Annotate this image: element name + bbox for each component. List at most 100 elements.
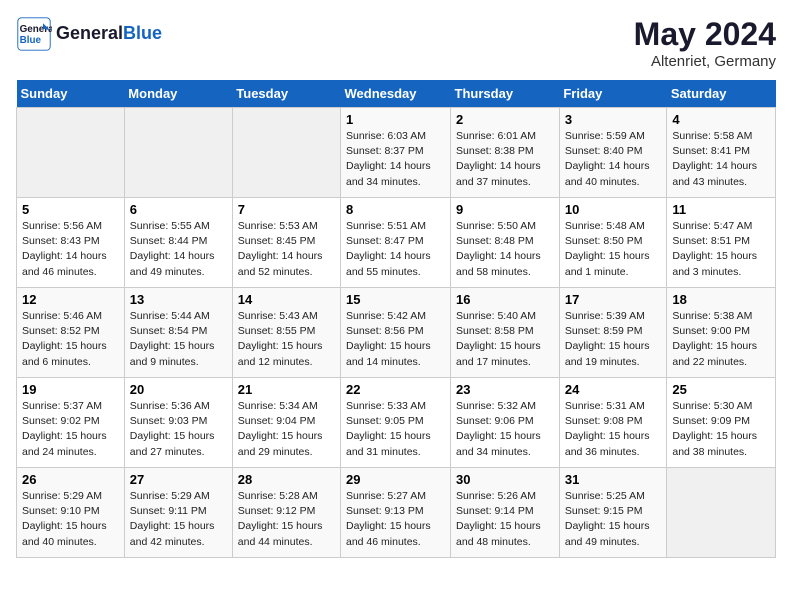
day-header-monday: Monday <box>124 80 232 108</box>
calendar-cell: 23 Sunrise: 5:32 AM Sunset: 9:06 PM Dayli… <box>451 378 560 468</box>
calendar-cell: 22 Sunrise: 5:33 AM Sunset: 9:05 PM Dayli… <box>341 378 451 468</box>
day-number: 15 <box>346 292 445 307</box>
calendar-cell: 30 Sunrise: 5:26 AM Sunset: 9:14 PM Dayli… <box>451 468 560 558</box>
day-number: 18 <box>672 292 770 307</box>
day-info: Sunrise: 5:29 AM Sunset: 9:10 PM Dayligh… <box>22 489 119 550</box>
day-info: Sunrise: 5:26 AM Sunset: 9:14 PM Dayligh… <box>456 489 554 550</box>
day-number: 3 <box>565 112 662 127</box>
day-info: Sunrise: 6:03 AM Sunset: 8:37 PM Dayligh… <box>346 129 445 190</box>
day-info: Sunrise: 5:44 AM Sunset: 8:54 PM Dayligh… <box>130 309 227 370</box>
day-info: Sunrise: 5:36 AM Sunset: 9:03 PM Dayligh… <box>130 399 227 460</box>
day-info: Sunrise: 5:27 AM Sunset: 9:13 PM Dayligh… <box>346 489 445 550</box>
header-row: SundayMondayTuesdayWednesdayThursdayFrid… <box>17 80 776 108</box>
calendar-cell: 11Sunrise: 5:47 AM Sunset: 8:51 PM Dayli… <box>667 198 776 288</box>
day-number: 7 <box>238 202 335 217</box>
calendar-cell: 26 Sunrise: 5:29 AM Sunset: 9:10 PM Dayli… <box>17 468 125 558</box>
title-block: May 2024 Altenriet, Germany <box>634 16 776 70</box>
day-info: Sunrise: 5:53 AM Sunset: 8:45 PM Dayligh… <box>238 219 335 280</box>
calendar-cell: 10Sunrise: 5:48 AM Sunset: 8:50 PM Dayli… <box>559 198 667 288</box>
day-number: 10 <box>565 202 662 217</box>
day-info: Sunrise: 5:34 AM Sunset: 9:04 PM Dayligh… <box>238 399 335 460</box>
day-info: Sunrise: 5:58 AM Sunset: 8:41 PM Dayligh… <box>672 129 770 190</box>
calendar-cell: 2 Sunrise: 6:01 AM Sunset: 8:38 PM Daylig… <box>451 108 560 198</box>
day-number: 12 <box>22 292 119 307</box>
calendar-cell: 5Sunrise: 5:56 AM Sunset: 8:43 PM Daylig… <box>17 198 125 288</box>
day-info: Sunrise: 6:01 AM Sunset: 8:38 PM Dayligh… <box>456 129 554 190</box>
day-number: 26 <box>22 472 119 487</box>
day-info: Sunrise: 5:55 AM Sunset: 8:44 PM Dayligh… <box>130 219 227 280</box>
calendar-cell: 29 Sunrise: 5:27 AM Sunset: 9:13 PM Dayli… <box>341 468 451 558</box>
day-number: 19 <box>22 382 119 397</box>
day-number: 4 <box>672 112 770 127</box>
day-number: 14 <box>238 292 335 307</box>
day-header-saturday: Saturday <box>667 80 776 108</box>
day-info: Sunrise: 5:38 AM Sunset: 9:00 PM Dayligh… <box>672 309 770 370</box>
day-number: 6 <box>130 202 227 217</box>
calendar-cell: 27Sunrise: 5:29 AM Sunset: 9:11 PM Dayli… <box>124 468 232 558</box>
calendar-cell: 15Sunrise: 5:42 AM Sunset: 8:56 PM Dayli… <box>341 288 451 378</box>
day-header-thursday: Thursday <box>451 80 560 108</box>
day-info: Sunrise: 5:39 AM Sunset: 8:59 PM Dayligh… <box>565 309 662 370</box>
day-number: 29 <box>346 472 445 487</box>
day-number: 27 <box>130 472 227 487</box>
calendar-cell <box>667 468 776 558</box>
day-info: Sunrise: 5:33 AM Sunset: 9:05 PM Dayligh… <box>346 399 445 460</box>
day-header-wednesday: Wednesday <box>341 80 451 108</box>
day-number: 25 <box>672 382 770 397</box>
calendar-cell: 17 Sunrise: 5:39 AM Sunset: 8:59 PM Dayli… <box>559 288 667 378</box>
day-info: Sunrise: 5:43 AM Sunset: 8:55 PM Dayligh… <box>238 309 335 370</box>
calendar-cell: 18 Sunrise: 5:38 AM Sunset: 9:00 PM Dayli… <box>667 288 776 378</box>
calendar-cell: 9Sunrise: 5:50 AM Sunset: 8:48 PM Daylig… <box>451 198 560 288</box>
day-info: Sunrise: 5:40 AM Sunset: 8:58 PM Dayligh… <box>456 309 554 370</box>
calendar-cell: 4 Sunrise: 5:58 AM Sunset: 8:41 PM Daylig… <box>667 108 776 198</box>
day-number: 11 <box>672 202 770 217</box>
logo-icon: General Blue <box>16 16 52 52</box>
day-number: 8 <box>346 202 445 217</box>
day-number: 1 <box>346 112 445 127</box>
day-number: 30 <box>456 472 554 487</box>
calendar-cell: 7 Sunrise: 5:53 AM Sunset: 8:45 PM Daylig… <box>232 198 340 288</box>
day-number: 16 <box>456 292 554 307</box>
week-row-1: 1 Sunrise: 6:03 AM Sunset: 8:37 PM Daylig… <box>17 108 776 198</box>
day-number: 31 <box>565 472 662 487</box>
day-info: Sunrise: 5:59 AM Sunset: 8:40 PM Dayligh… <box>565 129 662 190</box>
calendar-cell <box>17 108 125 198</box>
day-number: 22 <box>346 382 445 397</box>
day-number: 17 <box>565 292 662 307</box>
day-header-friday: Friday <box>559 80 667 108</box>
day-number: 28 <box>238 472 335 487</box>
calendar-cell: 28 Sunrise: 5:28 AM Sunset: 9:12 PM Dayli… <box>232 468 340 558</box>
day-number: 24 <box>565 382 662 397</box>
month-year: May 2024 <box>634 16 776 53</box>
calendar-cell: 1 Sunrise: 6:03 AM Sunset: 8:37 PM Daylig… <box>341 108 451 198</box>
calendar-cell: 8 Sunrise: 5:51 AM Sunset: 8:47 PM Daylig… <box>341 198 451 288</box>
day-number: 2 <box>456 112 554 127</box>
day-info: Sunrise: 5:25 AM Sunset: 9:15 PM Dayligh… <box>565 489 662 550</box>
calendar-cell: 12 Sunrise: 5:46 AM Sunset: 8:52 PM Dayli… <box>17 288 125 378</box>
day-info: Sunrise: 5:46 AM Sunset: 8:52 PM Dayligh… <box>22 309 119 370</box>
calendar-cell <box>124 108 232 198</box>
day-number: 20 <box>130 382 227 397</box>
day-info: Sunrise: 5:28 AM Sunset: 9:12 PM Dayligh… <box>238 489 335 550</box>
day-info: Sunrise: 5:37 AM Sunset: 9:02 PM Dayligh… <box>22 399 119 460</box>
day-number: 21 <box>238 382 335 397</box>
day-info: Sunrise: 5:30 AM Sunset: 9:09 PM Dayligh… <box>672 399 770 460</box>
calendar-cell <box>232 108 340 198</box>
logo-text: GeneralBlue <box>56 23 162 45</box>
day-info: Sunrise: 5:51 AM Sunset: 8:47 PM Dayligh… <box>346 219 445 280</box>
svg-text:Blue: Blue <box>20 35 42 46</box>
day-number: 9 <box>456 202 554 217</box>
day-number: 5 <box>22 202 119 217</box>
day-number: 23 <box>456 382 554 397</box>
svg-text:General: General <box>20 24 52 35</box>
calendar-table: SundayMondayTuesdayWednesdayThursdayFrid… <box>16 80 776 558</box>
calendar-cell: 19 Sunrise: 5:37 AM Sunset: 9:02 PM Dayli… <box>17 378 125 468</box>
day-info: Sunrise: 5:32 AM Sunset: 9:06 PM Dayligh… <box>456 399 554 460</box>
calendar-cell: 20 Sunrise: 5:36 AM Sunset: 9:03 PM Dayli… <box>124 378 232 468</box>
location: Altenriet, Germany <box>634 53 776 70</box>
calendar-cell: 13Sunrise: 5:44 AM Sunset: 8:54 PM Dayli… <box>124 288 232 378</box>
week-row-5: 26 Sunrise: 5:29 AM Sunset: 9:10 PM Dayli… <box>17 468 776 558</box>
day-header-tuesday: Tuesday <box>232 80 340 108</box>
calendar-cell: 3 Sunrise: 5:59 AM Sunset: 8:40 PM Daylig… <box>559 108 667 198</box>
page-header: General Blue GeneralBlue May 2024 Altenr… <box>16 16 776 70</box>
